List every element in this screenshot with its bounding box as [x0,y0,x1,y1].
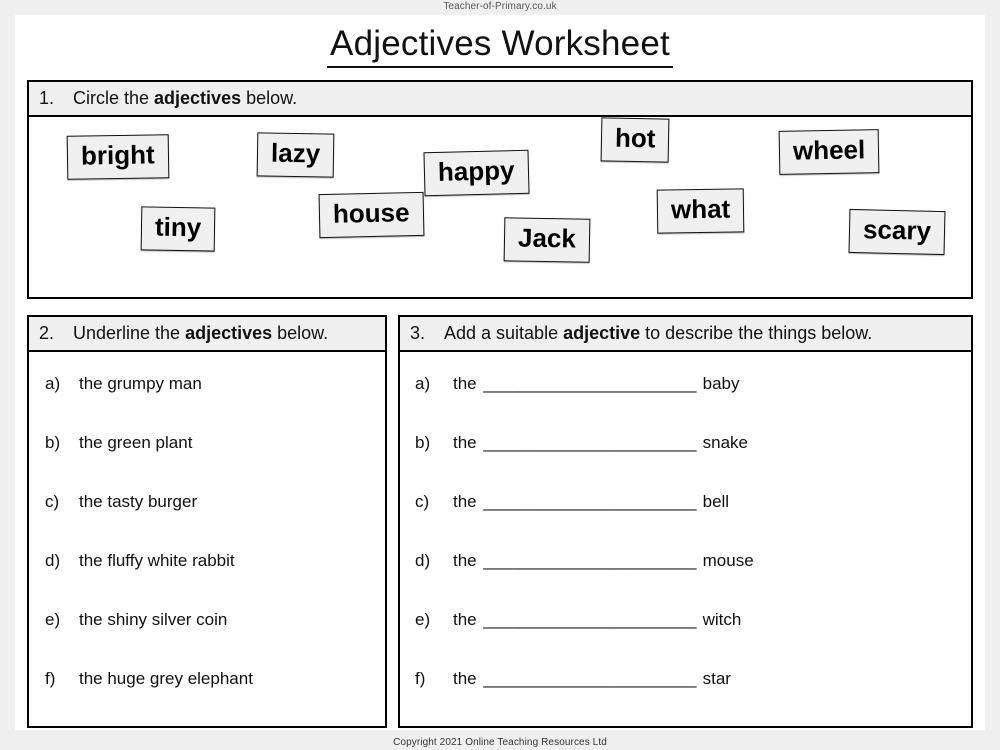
question-3-item-noun: mouse [702,551,754,570]
site-header: Teacher-of-Primary.co.uk [443,1,557,12]
question-3-item-label: e) [415,610,431,629]
word-card-scary[interactable]: scary [848,208,946,255]
question-3-item-label: d) [415,551,431,570]
question-3-answer-blank[interactable]: ________________________ [481,669,698,689]
question-3-header: 3. Add a suitable adjective to describe … [400,317,971,352]
question-2-item-text: the grumpy man [79,374,202,393]
question-3-item[interactable]: f) the ________________________ star [400,669,971,728]
question-2-item-label: d) [45,551,61,570]
question-3-number: 3. [410,323,426,343]
q1-instruction-before: Circle the [73,88,155,108]
q1-instruction-bold: adjectives [154,88,242,108]
question-3-item-prefix: the [453,374,477,393]
question-2-item-text: the fluffy white rabbit [79,551,235,570]
question-2-box: 2. Underline the adjectives below. a) the… [27,315,387,728]
question-3-answer-blank[interactable]: ________________________ [481,374,698,394]
question-3-item-prefix: the [453,551,477,570]
question-2-item-text: the green plant [79,433,193,452]
question-3-item[interactable]: c) the ________________________ bell [400,492,971,551]
worksheet-page: Teacher-of-Primary.co.uk Adjectives Work… [0,0,1000,750]
question-3-answer-blank[interactable]: ________________________ [481,610,698,630]
word-card-hot[interactable]: hot [600,117,670,163]
question-2-item[interactable]: f) the huge grey elephant [29,669,385,728]
word-card-jack[interactable]: Jack [503,217,591,263]
question-2-item-text: the huge grey elephant [79,669,253,688]
question-2-item[interactable]: d) the fluffy white rabbit [29,551,385,610]
question-2-item-text: the shiny silver coin [79,610,228,629]
question-3-item-prefix: the [453,669,477,688]
q3-instruction-before: Add a suitable [444,323,564,343]
question-2-header: 2. Underline the adjectives below. [29,317,385,352]
question-2-list: a) the grumpy man b) the green plant c) the t… [29,352,385,728]
question-3-instruction: Add a suitable adjective to describe the… [444,323,872,344]
q2-instruction-before: Underline the [73,323,186,343]
q2-instruction-bold: adjectives [185,323,273,343]
question-3-item-prefix: the [453,492,477,511]
question-2-item-label: c) [45,492,60,511]
question-3-box: 3. Add a suitable adjective to describe … [398,315,973,728]
word-card-wheel[interactable]: wheel [778,129,880,175]
question-2-item-label: a) [45,374,61,393]
question-3-item-noun: snake [702,433,748,452]
question-3-item-noun: star [702,669,731,688]
question-3-item[interactable]: b) the ________________________ snake [400,433,971,492]
question-2-item-text: the tasty burger [79,492,198,511]
question-3-answer-blank[interactable]: ________________________ [481,492,698,512]
question-2-instruction: Underline the adjectives below. [73,323,328,344]
question-2-item-label: f) [45,669,56,688]
question-2-item[interactable]: a) the grumpy man [29,374,385,433]
question-3-list: a) the ________________________ baby b) the… [400,352,971,728]
question-3-item-noun: baby [702,374,740,393]
question-1-box: 1. Circle the adjectives below. bright la… [27,80,973,299]
word-card-tiny[interactable]: tiny [140,206,216,252]
question-3-item-label: a) [415,374,431,393]
q3-instruction-bold: adjective [563,323,641,343]
question-2-item[interactable]: e) the shiny silver coin [29,610,385,669]
question-3-answer-blank[interactable]: ________________________ [481,551,698,571]
question-1-word-field: bright lazy happy hot wheel tiny house Jack what… [29,117,971,297]
question-1-instruction: Circle the adjectives below. [73,88,297,109]
word-card-bright[interactable]: bright [66,134,169,180]
q2-instruction-after: below. [272,323,329,343]
word-card-lazy[interactable]: lazy [256,132,335,178]
question-2-item-label: b) [45,433,61,452]
question-2-item[interactable]: b) the green plant [29,433,385,492]
word-card-what[interactable]: what [656,188,745,234]
worksheet-sheet: Adjectives Worksheet 1. Circle the adjec… [15,15,985,730]
question-3-answer-blank[interactable]: ________________________ [481,433,698,453]
q1-instruction-after: below. [241,88,298,108]
question-3-item-label: b) [415,433,431,452]
question-3-item-label: c) [415,492,430,511]
question-3-item-prefix: the [453,433,477,452]
q3-instruction-after: to describe the things below. [640,323,873,343]
word-card-house[interactable]: house [318,191,425,238]
question-1-header: 1. Circle the adjectives below. [29,82,971,117]
question-2-item-label: e) [45,610,61,629]
word-card-happy[interactable]: happy [423,149,530,197]
question-3-item[interactable]: d) the ________________________ mouse [400,551,971,610]
question-3-item[interactable]: e) the ________________________ witch [400,610,971,669]
question-3-item-noun: bell [702,492,730,511]
question-3-item-prefix: the [453,610,477,629]
question-3-item[interactable]: a) the ________________________ baby [400,374,971,433]
question-2-item[interactable]: c) the tasty burger [29,492,385,551]
question-3-item-noun: witch [702,610,742,629]
page-title: Adjectives Worksheet [15,24,985,68]
page-title-text: Adjectives Worksheet [327,25,673,68]
site-footer: Copyright 2021 Online Teaching Resources… [393,737,607,748]
question-1-number: 1. [39,88,55,108]
question-2-number: 2. [39,323,55,343]
question-3-item-label: f) [415,669,426,688]
